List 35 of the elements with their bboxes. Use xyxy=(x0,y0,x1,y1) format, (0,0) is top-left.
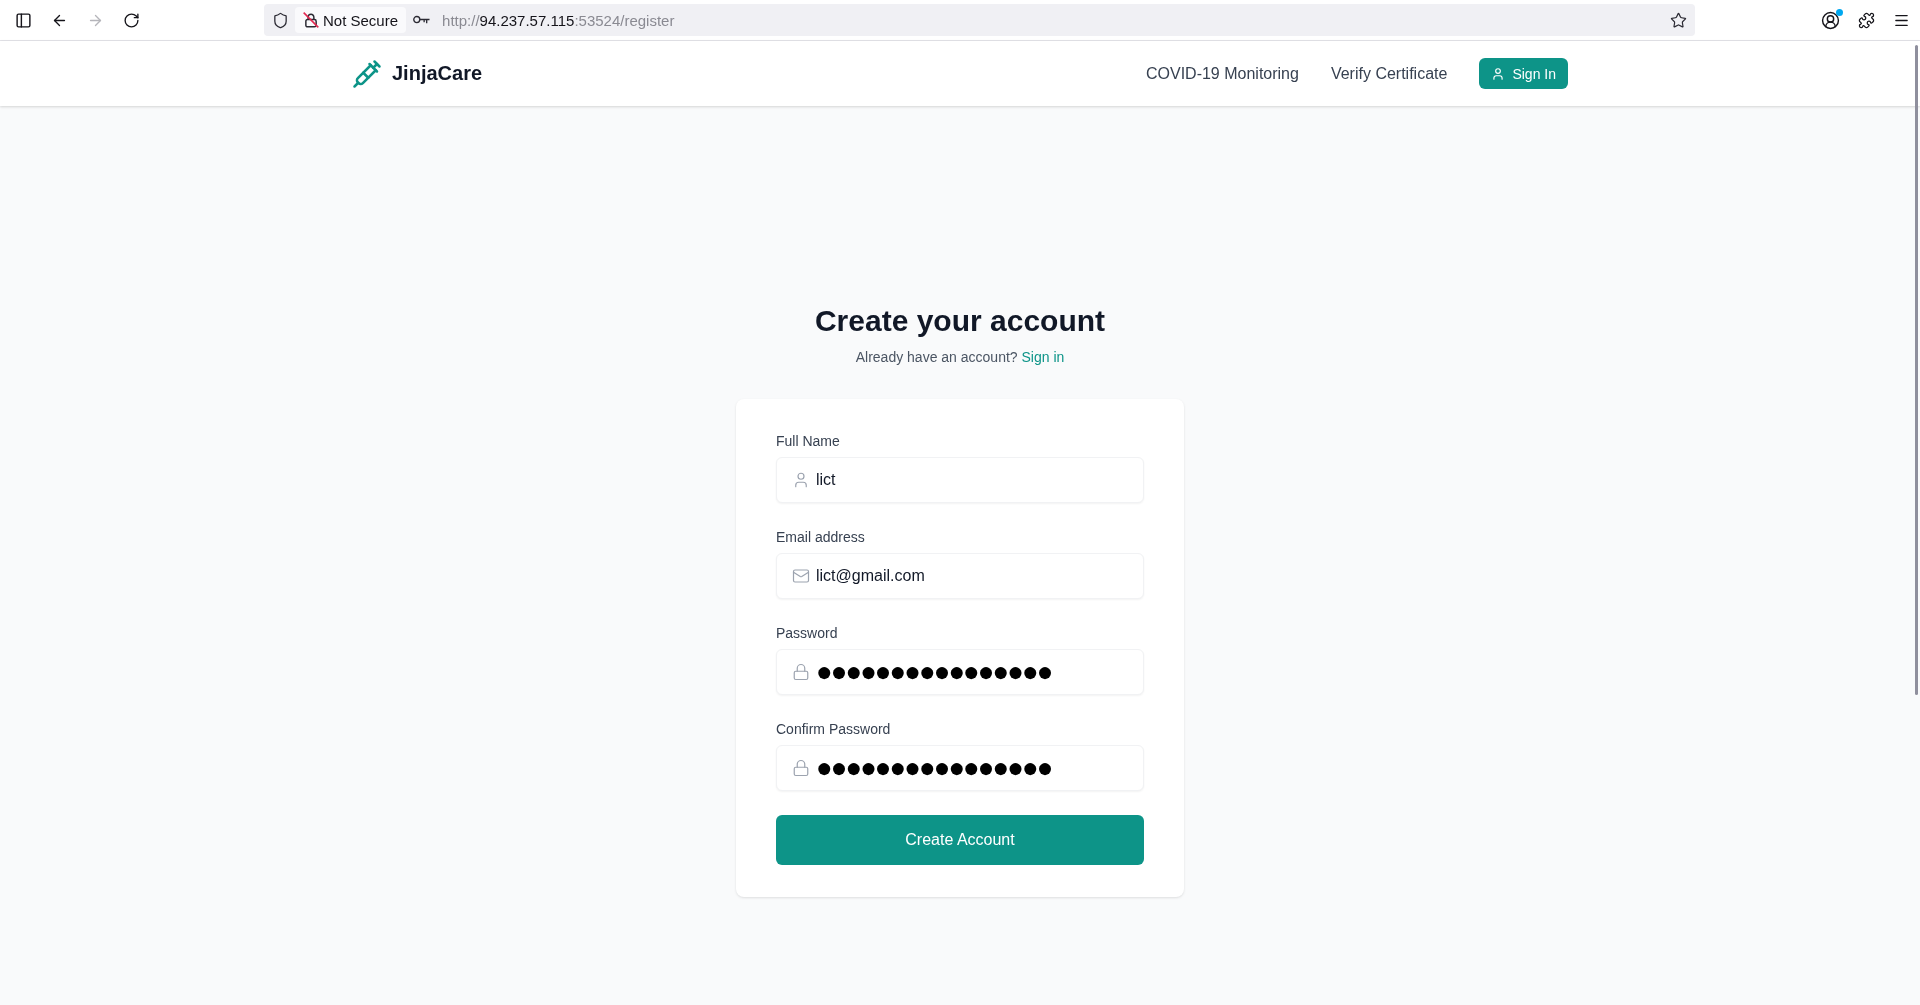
lock-icon xyxy=(792,663,810,681)
shield-icon[interactable] xyxy=(272,11,289,29)
key-icon[interactable] xyxy=(413,15,431,25)
sidebar-icon[interactable] xyxy=(15,11,32,29)
field-label: Password xyxy=(776,624,839,643)
user-icon xyxy=(792,471,810,489)
page-title: Create your account xyxy=(814,303,1106,339)
nav-link[interactable]: COVID-19 Monitoring xyxy=(1145,64,1299,83)
account-icon[interactable] xyxy=(1821,10,1840,30)
syringe-icon xyxy=(352,58,382,89)
field-label: Email address xyxy=(776,528,866,547)
envelope-icon xyxy=(792,567,810,585)
sign-in-button[interactable]: Sign In xyxy=(1479,58,1568,89)
reload-icon[interactable] xyxy=(123,11,140,29)
sign-in-link[interactable]: Sign in xyxy=(1021,349,1065,365)
url-text[interactable]: http://94.237.57.115:53524/register xyxy=(442,11,675,29)
field-label: Confirm Password xyxy=(776,720,892,739)
brand-name[interactable]: JinjaCare xyxy=(392,62,483,85)
user-icon xyxy=(1491,66,1506,81)
address-bar[interactable]: Not Secure http://94.237.57.115:53524/register xyxy=(264,4,1695,36)
sign-in-prompt: Already have an account? Sign in xyxy=(855,348,1065,367)
field-label: Full Name xyxy=(776,432,841,451)
puzzle-icon[interactable] xyxy=(1858,11,1875,29)
password-field[interactable]: ●●●●●●●●●●●●●●●● xyxy=(776,745,1144,791)
lock-icon xyxy=(792,759,810,777)
security-indicator[interactable]: Not Secure xyxy=(295,7,407,33)
create-account-button[interactable]: Create Account xyxy=(776,815,1144,865)
email-field[interactable]: lict@gmail.com xyxy=(776,553,1144,599)
password-field[interactable]: ●●●●●●●●●●●●●●●● xyxy=(776,649,1144,695)
crossed-lock-icon xyxy=(303,12,319,28)
security-label: Not Secure xyxy=(323,11,399,29)
nav-link[interactable]: Verify Certificate xyxy=(1330,64,1448,83)
scrollbar-thumb[interactable] xyxy=(1915,45,1918,695)
name-field[interactable]: lict xyxy=(776,457,1144,503)
bookmark-star-icon[interactable] xyxy=(1670,11,1687,29)
